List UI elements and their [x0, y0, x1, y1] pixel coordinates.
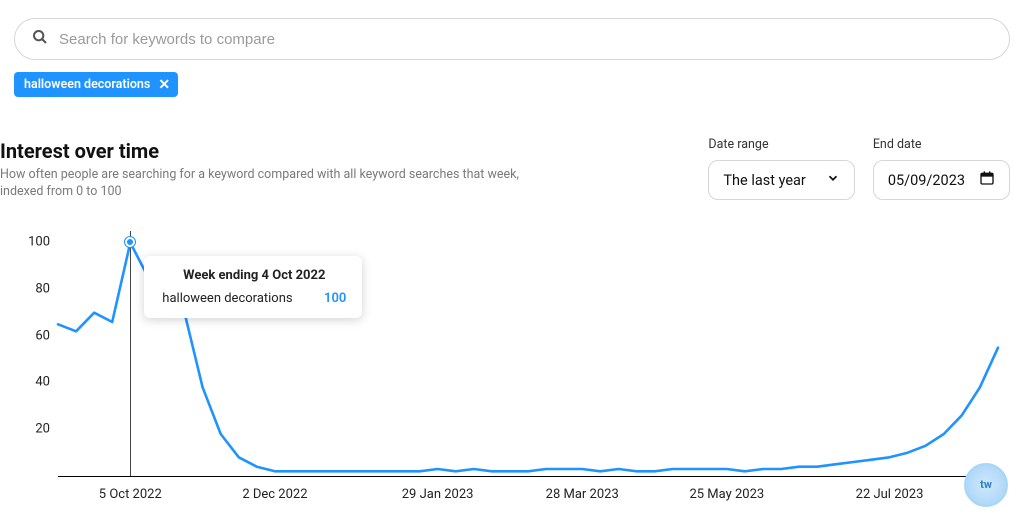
chip-label: halloween decorations — [24, 77, 150, 92]
y-tick-label: 40 — [35, 375, 50, 390]
y-tick-label: 100 — [28, 235, 50, 250]
chevron-down-icon — [826, 171, 840, 189]
y-tick-label: 20 — [35, 422, 50, 437]
chart-tooltip: Week ending 4 Oct 2022 halloween decorat… — [144, 256, 362, 318]
tooltip-title: Week ending 4 Oct 2022 — [162, 268, 346, 283]
end-date-input[interactable]: 05/09/2023 — [873, 160, 1010, 200]
y-tick-label: 60 — [35, 328, 50, 343]
tooltip-series: halloween decorations — [162, 291, 292, 306]
search-icon — [32, 29, 48, 49]
x-tick-label: 28 Mar 2023 — [546, 487, 619, 502]
x-tick-label: 5 Oct 2022 — [99, 487, 162, 502]
x-tick-label: 22 Jul 2023 — [856, 487, 924, 502]
x-tick-label: 2 Dec 2022 — [242, 487, 307, 502]
calendar-icon — [979, 170, 995, 190]
end-date-value: 05/09/2023 — [888, 172, 965, 189]
page-subtitle: How often people are searching for a key… — [0, 167, 560, 201]
date-range-select[interactable]: The last year — [708, 160, 854, 200]
x-tick-label: 29 Jan 2023 — [402, 487, 474, 502]
tooltip-value: 100 — [324, 291, 346, 306]
date-range-label: Date range — [708, 137, 854, 152]
y-tick-label: 80 — [35, 282, 50, 297]
page-title: Interest over time — [0, 139, 560, 163]
interest-chart[interactable]: 20 40 60 80 100 Week ending 4 Oct 2022 hallo… — [0, 231, 1010, 507]
date-range-value: The last year — [723, 172, 805, 189]
assistant-badge-icon[interactable]: tw — [964, 463, 1008, 507]
x-tick-label: 25 May 2023 — [689, 487, 764, 502]
keyword-chip[interactable]: halloween decorations ✕ — [14, 72, 178, 97]
search-input[interactable] — [14, 18, 1010, 60]
end-date-label: End date — [873, 137, 1010, 152]
close-icon[interactable]: ✕ — [158, 78, 170, 92]
